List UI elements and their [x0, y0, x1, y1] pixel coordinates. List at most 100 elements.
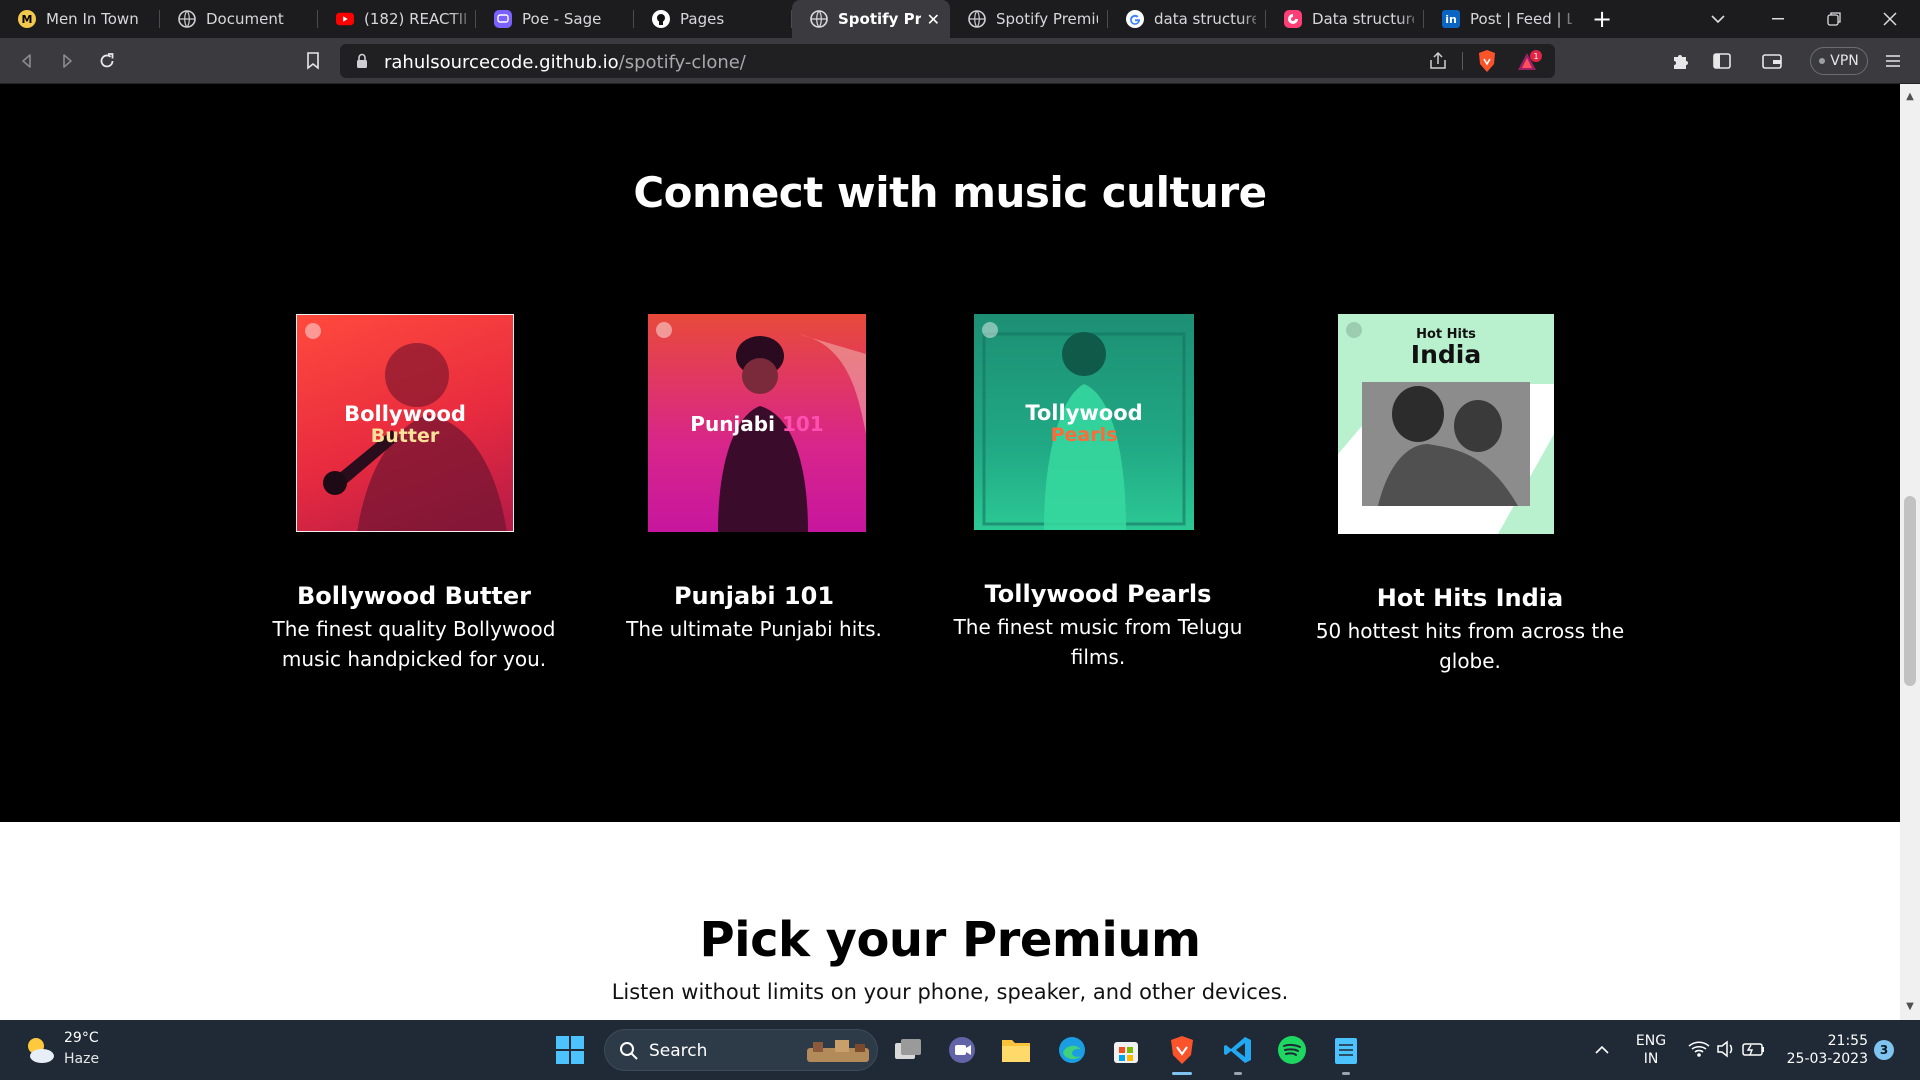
tab-title: Spotify Premium: [996, 10, 1098, 28]
clock[interactable]: 21:55 25-03-2023: [1782, 1032, 1868, 1068]
vscode-button[interactable]: [1220, 1032, 1256, 1075]
search-highlight-illustration: [807, 1040, 869, 1062]
new-tab-button[interactable]: +: [1582, 0, 1622, 38]
sidebar-icon: [1713, 53, 1731, 69]
bookmark-icon: [307, 52, 319, 70]
playlist-description: The ultimate Punjabi hits.: [574, 614, 934, 644]
tab-search-button[interactable]: [1690, 0, 1746, 38]
close-window-button[interactable]: [1862, 0, 1918, 38]
globe-icon: [810, 10, 828, 28]
folder-icon: [1002, 1040, 1030, 1062]
teams-chat-button[interactable]: [944, 1032, 980, 1068]
menu-button[interactable]: [1878, 46, 1908, 76]
url-text: rahulsourcecode.github.io/spotify-clone/: [384, 52, 746, 73]
volume-icon: [1717, 1040, 1733, 1058]
description-line: music handpicked for you.: [281, 647, 547, 671]
chevron-down-icon: [1711, 15, 1725, 24]
tab-title: Spotify Prem: [838, 10, 921, 28]
poe-icon: [494, 10, 512, 28]
reload-button[interactable]: [92, 46, 122, 76]
linkedin-icon: in: [1442, 10, 1460, 28]
region-code: IN: [1643, 1051, 1659, 1067]
battery-icon: [1742, 1043, 1764, 1056]
tab-spotify-premium-active[interactable]: Spotify Prem ✕: [792, 0, 950, 38]
tab-google-search[interactable]: data structure cr: [1108, 0, 1266, 38]
restore-icon: [1827, 12, 1841, 26]
taskbar-search[interactable]: Search: [604, 1029, 878, 1071]
github-icon: [652, 10, 670, 28]
tab-youtube[interactable]: (182) REACTING: [318, 0, 476, 38]
hamburger-icon: [1886, 55, 1900, 67]
language-indicator[interactable]: ENG IN: [1630, 1032, 1672, 1068]
back-arrow-icon: [22, 54, 31, 68]
tab-strip: M Men In Town Document (182) REACTING Po…: [0, 0, 1920, 38]
extensions-button[interactable]: [1666, 46, 1696, 76]
show-hidden-icons-button[interactable]: [1584, 1032, 1620, 1068]
playlist-title[interactable]: Hot Hits India: [1290, 584, 1650, 612]
cover-title: Punjabi 101: [648, 414, 866, 435]
scroll-down-arrow-icon[interactable]: ▼: [1900, 998, 1920, 1014]
bookmark-button[interactable]: [298, 46, 328, 76]
brave-browser-button[interactable]: [1164, 1032, 1200, 1075]
notepad-button[interactable]: [1328, 1032, 1364, 1075]
back-button[interactable]: [12, 46, 42, 76]
scroll-up-arrow-icon[interactable]: ▲: [1900, 88, 1920, 104]
tab-document[interactable]: Document: [160, 0, 318, 38]
playlist-cover-punjabi-101[interactable]: Punjabi 101: [648, 314, 866, 532]
spotify-app-button[interactable]: [1274, 1032, 1310, 1068]
playlist-title[interactable]: Bollywood Butter: [234, 582, 594, 610]
scrollbar-thumb[interactable]: [1904, 496, 1916, 686]
playlist-title[interactable]: Punjabi 101: [574, 582, 934, 610]
tab-data-structure-icons[interactable]: Data structure ic: [1266, 0, 1424, 38]
weather-temperature: 29°C: [64, 1030, 99, 1046]
system-tray-status[interactable]: [1684, 1036, 1768, 1064]
playlist-cover-hot-hits-india[interactable]: Hot Hits India: [1338, 314, 1554, 534]
playlist-description: The finest quality Bollywood music handp…: [234, 614, 594, 674]
vscode-icon: [1224, 1037, 1251, 1063]
tab-title: Pages: [680, 10, 725, 28]
vpn-label: VPN: [1830, 53, 1859, 69]
tab-title: Document: [206, 10, 284, 28]
playlist-cover-bollywood-butter[interactable]: Bollywood Butter: [296, 314, 514, 532]
weather-description: Haze: [64, 1051, 100, 1067]
start-button[interactable]: [552, 1032, 588, 1068]
tab-github-pages[interactable]: Pages: [634, 0, 792, 38]
reload-icon: [100, 53, 114, 68]
share-icon[interactable]: [1428, 52, 1448, 70]
tab-linkedin[interactable]: in Post | Feed | Link: [1424, 0, 1582, 38]
description-line: The finest music from Telugu: [953, 615, 1243, 639]
playlist-description: 50 hottest hits from across the globe.: [1290, 616, 1650, 676]
task-view-button[interactable]: [890, 1032, 926, 1068]
chat-icon: [949, 1037, 975, 1063]
vpn-button[interactable]: VPN: [1810, 47, 1868, 75]
cover-subtitle: Pearls: [1050, 424, 1118, 446]
notification-badge[interactable]: 3: [1874, 1040, 1894, 1060]
tab-men-in-town[interactable]: M Men In Town: [0, 0, 160, 38]
description-line: The finest quality Bollywood: [272, 617, 556, 641]
playlist-title[interactable]: Tollywood Pearls: [918, 580, 1278, 608]
sidebar-button[interactable]: [1707, 46, 1737, 76]
minimize-button[interactable]: [1750, 0, 1806, 38]
file-explorer-button[interactable]: [998, 1032, 1034, 1068]
playlist-description: The finest music from Telugu films.: [918, 612, 1278, 672]
edge-browser-button[interactable]: [1054, 1032, 1090, 1068]
brave-rewards-icon[interactable]: 1: [1516, 50, 1542, 72]
page-scrollbar[interactable]: ▲ ▼: [1900, 84, 1920, 1020]
brave-shield-icon[interactable]: [1476, 49, 1498, 73]
search-label: Search: [649, 1041, 708, 1061]
close-icon[interactable]: ✕: [927, 10, 940, 29]
restore-button[interactable]: [1806, 0, 1862, 38]
close-icon: [1883, 12, 1897, 26]
address-bar[interactable]: rahulsourcecode.github.io/spotify-clone/…: [340, 44, 1555, 78]
svg-text:1: 1: [1533, 52, 1538, 61]
tab-spotify-premium[interactable]: Spotify Premium: [950, 0, 1108, 38]
playlist-cover-tollywood-pearls[interactable]: Tollywood Pearls: [974, 314, 1194, 530]
forward-button[interactable]: [52, 46, 82, 76]
tab-poe[interactable]: Poe - Sage: [476, 0, 634, 38]
language-code: ENG: [1635, 1033, 1667, 1049]
microsoft-store-button[interactable]: [1108, 1032, 1144, 1068]
wallet-button[interactable]: [1757, 46, 1787, 76]
connect-heading: Connect with music culture: [633, 168, 1267, 217]
web-page: Connect with music culture Bollywood But…: [0, 84, 1900, 1020]
plus-icon: +: [1591, 5, 1613, 33]
